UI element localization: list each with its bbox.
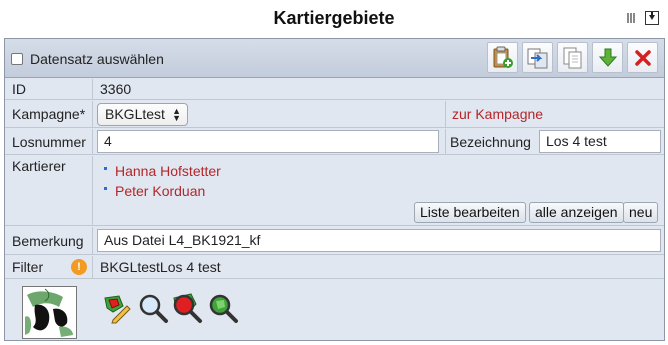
kartierer-item[interactable]: Hanna Hofstetter	[104, 163, 221, 179]
select-dataset-label: Datensatz auswählen	[30, 51, 164, 67]
paste-add-button[interactable]	[487, 42, 518, 73]
columns-icon[interactable]	[624, 11, 638, 25]
list-edit-button[interactable]: Liste bearbeiten	[414, 202, 526, 223]
delete-icon	[634, 49, 651, 66]
checkbox-box[interactable]	[11, 53, 23, 65]
bezeichnung-label: Bezeichnung	[450, 134, 531, 150]
row-kartierer: Kartierer Hanna Hofstetter Peter Korduan…	[5, 156, 664, 226]
kampagne-select[interactable]: BKGLtest ▲ ▼	[97, 103, 188, 126]
zoom-to-area-icon[interactable]	[207, 292, 239, 324]
collapse-icon[interactable]	[645, 11, 659, 25]
title-bar: Kartiergebiete	[0, 0, 668, 38]
bemerkung-label: Bemerkung	[12, 233, 84, 249]
zoom-icon[interactable]	[137, 292, 169, 324]
row-filter: Filter ! BKGLtestLos 4 test	[5, 256, 664, 279]
delete-button[interactable]	[627, 42, 658, 73]
row-losnummer: Losnummer 4 Bezeichnung Los 4 test	[5, 129, 664, 155]
copy-dataset-icon	[527, 48, 547, 68]
zur-kampagne-link[interactable]: zur Kampagne	[452, 106, 543, 122]
row-map	[5, 280, 664, 341]
kartierer-list: Hanna Hofstetter Peter Korduan	[104, 163, 221, 199]
losnummer-input[interactable]: 4	[97, 130, 439, 153]
edit-geometry-icon[interactable]	[101, 292, 133, 324]
new-button[interactable]: neu	[623, 202, 659, 223]
bullet-icon	[104, 166, 107, 170]
kartierer-label: Kartierer	[12, 158, 66, 174]
row-kampagne: Kampagne* BKGLtest ▲ ▼ zur Kampagne	[5, 101, 664, 128]
kampagne-label: Kampagne*	[12, 106, 86, 122]
kartierer-item[interactable]: Peter Korduan	[104, 183, 221, 199]
row-bemerkung: Bemerkung Aus Datei L4_BK1921_kf	[5, 227, 664, 255]
bezeichnung-input[interactable]: Los 4 test	[539, 130, 661, 153]
select-arrows-icon: ▲ ▼	[172, 106, 181, 123]
duplicate-icon	[563, 47, 581, 68]
page-title: Kartiergebiete	[273, 8, 395, 28]
bullet-icon	[104, 186, 107, 190]
download-button[interactable]	[592, 42, 623, 73]
zoom-to-selection-icon[interactable]	[171, 292, 203, 324]
copy-dataset-button[interactable]	[522, 42, 553, 73]
map-thumbnail[interactable]	[22, 286, 77, 339]
select-dataset-checkbox[interactable]: Datensatz auswählen	[11, 51, 164, 67]
kampagne-selected: BKGLtest	[105, 106, 165, 122]
show-all-button[interactable]: alle anzeigen	[529, 202, 624, 223]
losnummer-label: Losnummer	[12, 134, 86, 150]
id-label: ID	[12, 81, 26, 97]
bemerkung-input[interactable]: Aus Datei L4_BK1921_kf	[97, 229, 661, 252]
paste-add-icon	[493, 46, 513, 68]
id-value: 3360	[100, 81, 132, 97]
row-id: ID 3360	[5, 79, 664, 100]
dataset-panel: Datensatz auswählen ID 3360 Kampagne* BK…	[4, 38, 665, 341]
duplicate-button[interactable]	[557, 42, 588, 73]
dataset-toolbar: Datensatz auswählen	[5, 39, 664, 78]
filter-value: BKGLtestLos 4 test	[100, 259, 221, 275]
filter-label: Filter	[12, 259, 44, 275]
download-icon	[598, 48, 617, 67]
warning-icon[interactable]: !	[71, 259, 87, 275]
